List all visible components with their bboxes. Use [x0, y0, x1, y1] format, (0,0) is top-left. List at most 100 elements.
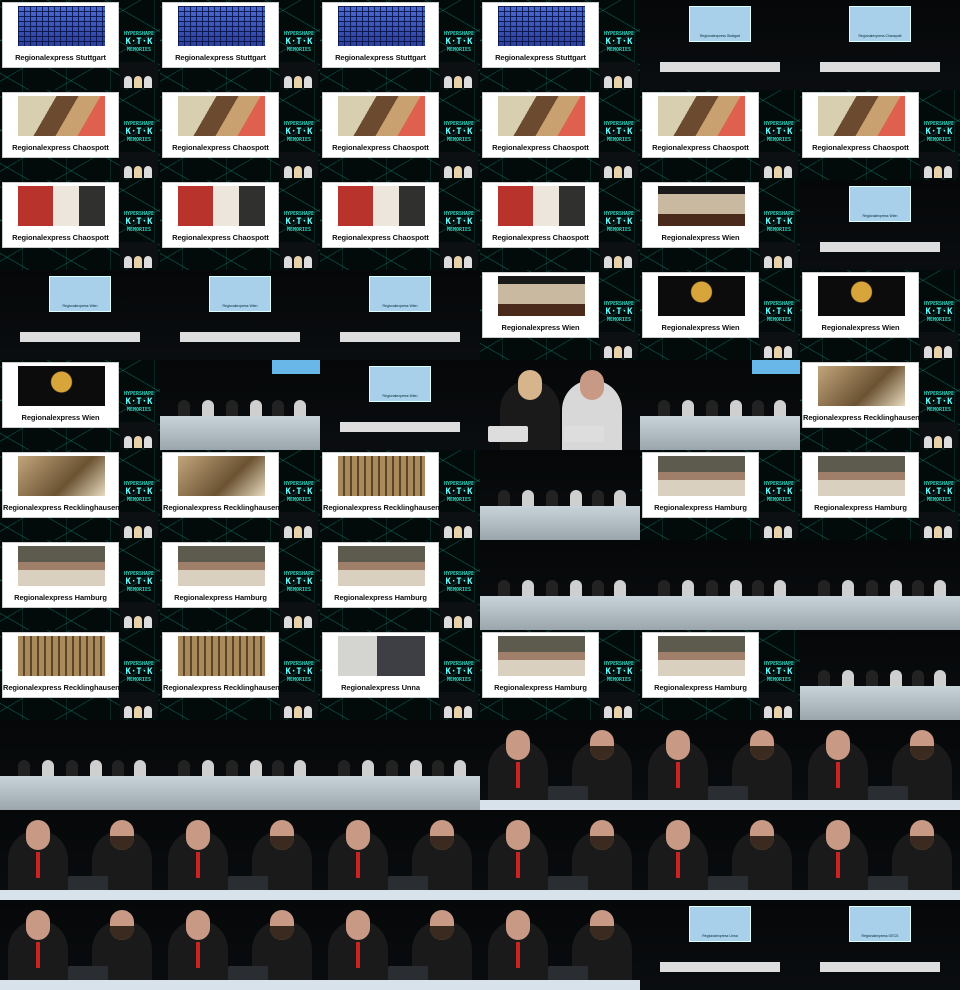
event-logo: HYPERSHAPE K·T·K MEMORIES	[121, 30, 157, 56]
logo-line: MEMORIES	[606, 677, 632, 683]
slide-card: Regionalexpress Wien	[642, 182, 759, 248]
speaker-figure	[294, 706, 302, 718]
logo-line: MEMORIES	[766, 227, 792, 233]
slide-caption: Regionalexpress Hamburg	[14, 593, 107, 602]
slide-photo	[18, 636, 105, 676]
event-logo: HYPERSHAPE K·T·K MEMORIES	[121, 480, 157, 506]
overlay-bar	[272, 360, 320, 374]
event-logo: HYPERSHAPE K·T·K MEMORIES	[121, 210, 157, 236]
thumbnail-slide: Regionalexpress Recklinghausen HYPERSHAPE…	[320, 450, 480, 540]
slide-card: Regionalexpress Chaospott	[162, 92, 279, 158]
panelist	[362, 760, 374, 776]
slide-card: Regionalexpress Hamburg	[322, 542, 439, 608]
speaker-figure	[614, 706, 622, 718]
slide-photo	[818, 96, 905, 136]
projection-screen: Regionalexpress Wien	[49, 276, 111, 312]
speaker-head	[506, 730, 530, 760]
desk-edge	[480, 980, 640, 990]
speaker-figure	[604, 346, 612, 358]
desk-edge	[320, 890, 480, 900]
event-logo: HYPERSHAPE K·T·K MEMORIES	[441, 210, 477, 236]
speaker-tie	[516, 942, 520, 968]
logo-line: MEMORIES	[926, 407, 952, 413]
slide-photo	[498, 186, 585, 226]
speaker-figure	[464, 526, 472, 538]
slide-card: Regionalexpress Hamburg	[162, 542, 279, 608]
slide-photo	[338, 546, 425, 586]
thumbnail-screen: Regionalexpress Stuttgart	[640, 0, 800, 90]
logo-line: MEMORIES	[126, 587, 152, 593]
speaker-figure	[454, 706, 462, 718]
thumbnail-slide: Regionalexpress Wien HYPERSHAPE K·T·K MEMOR…	[480, 270, 640, 360]
slide-photo	[178, 546, 265, 586]
speaker-figure	[944, 526, 952, 538]
logo-line: MEMORIES	[766, 137, 792, 143]
thumbnail-closeup	[800, 810, 960, 900]
speaker-camera-inset	[440, 512, 478, 538]
panelist	[294, 400, 306, 416]
desk-edge	[640, 890, 800, 900]
event-logo: HYPERSHAPE K·T·K MEMORIES	[281, 660, 317, 686]
screen-caption: Regionalexpress OECS	[861, 934, 899, 938]
thumbnail-slide: Regionalexpress Chaospott HYPERSHAPE K·T·K…	[480, 90, 640, 180]
slide-caption: Regionalexpress Chaospott	[652, 143, 749, 152]
speaker-head	[826, 820, 850, 850]
speaker-tie	[36, 852, 40, 878]
thumbnail-stage	[800, 630, 960, 720]
speaker-figure	[124, 706, 132, 718]
speaker-figure	[764, 346, 772, 358]
slide-card: Regionalexpress Wien	[642, 272, 759, 338]
event-logo: HYPERSHAPE K·T·K MEMORIES	[601, 300, 637, 326]
slide-photo	[338, 636, 425, 676]
slide-caption: Regionalexpress Stuttgart	[495, 53, 586, 62]
desk-edge	[320, 980, 480, 990]
thumbnail-slide: Regionalexpress Stuttgart HYPERSHAPE K·T·K…	[0, 0, 160, 90]
speaker-figure	[924, 346, 932, 358]
speaker-camera-inset	[920, 512, 958, 538]
thumbnail-slide: Regionalexpress Stuttgart HYPERSHAPE K·T·K…	[160, 0, 320, 90]
speaker-camera-inset	[120, 62, 158, 88]
panelist	[818, 670, 830, 686]
thumbnail-slide: Regionalexpress Chaospott HYPERSHAPE K·T·K…	[0, 90, 160, 180]
logo-line: MEMORIES	[606, 227, 632, 233]
slide-photo	[18, 546, 105, 586]
thumbnail-slide: Regionalexpress Hamburg HYPERSHAPE K·T·K ME…	[800, 450, 960, 540]
speaker-figure	[604, 166, 612, 178]
event-logo: HYPERSHAPE K·T·K MEMORIES	[441, 570, 477, 596]
slide-caption: Regionalexpress Hamburg	[814, 503, 907, 512]
panelist	[912, 580, 924, 596]
event-logo: HYPERSHAPE K·T·K MEMORIES	[441, 120, 477, 146]
speaker-camera-inset	[120, 422, 158, 448]
panelist	[178, 760, 190, 776]
logo-line: K·T·K	[125, 397, 153, 407]
thumbnail-slide: Regionalexpress Recklinghausen HYPERSHAPE…	[800, 360, 960, 450]
overlay-bar	[752, 360, 800, 374]
speaker-beard	[590, 746, 614, 760]
speaker-figure	[124, 256, 132, 268]
logo-line: MEMORIES	[126, 677, 152, 683]
speaker-beard	[110, 926, 134, 940]
thumbnail-stage	[640, 540, 800, 630]
speaker-figure	[444, 616, 452, 628]
speaker-figure	[444, 706, 452, 718]
speaker-figure	[934, 166, 942, 178]
speaker-figure	[944, 346, 952, 358]
thumbnail-closeup	[160, 810, 320, 900]
logo-line: MEMORIES	[126, 407, 152, 413]
thumbnail-slide: Regionalexpress Hamburg HYPERSHAPE K·T·K ME…	[640, 450, 800, 540]
slide-photo	[18, 96, 105, 136]
event-logo: HYPERSHAPE K·T·K MEMORIES	[761, 300, 797, 326]
panelist	[250, 400, 262, 416]
screen-caption: Regionalexpress Chaospott	[858, 34, 902, 38]
slide-caption: Regionalexpress Recklinghausen	[3, 683, 120, 692]
logo-line: K·T·K	[125, 667, 153, 677]
logo-line: MEMORIES	[766, 317, 792, 323]
speaker-beard	[910, 836, 934, 850]
speaker-figure	[124, 436, 132, 448]
slide-caption: Regionalexpress Wien	[661, 323, 740, 332]
panelist	[752, 580, 764, 596]
speaker-tie	[676, 852, 680, 878]
thumbnail-closeup	[480, 720, 640, 810]
speaker-figure	[924, 166, 932, 178]
panel-table	[660, 962, 780, 972]
